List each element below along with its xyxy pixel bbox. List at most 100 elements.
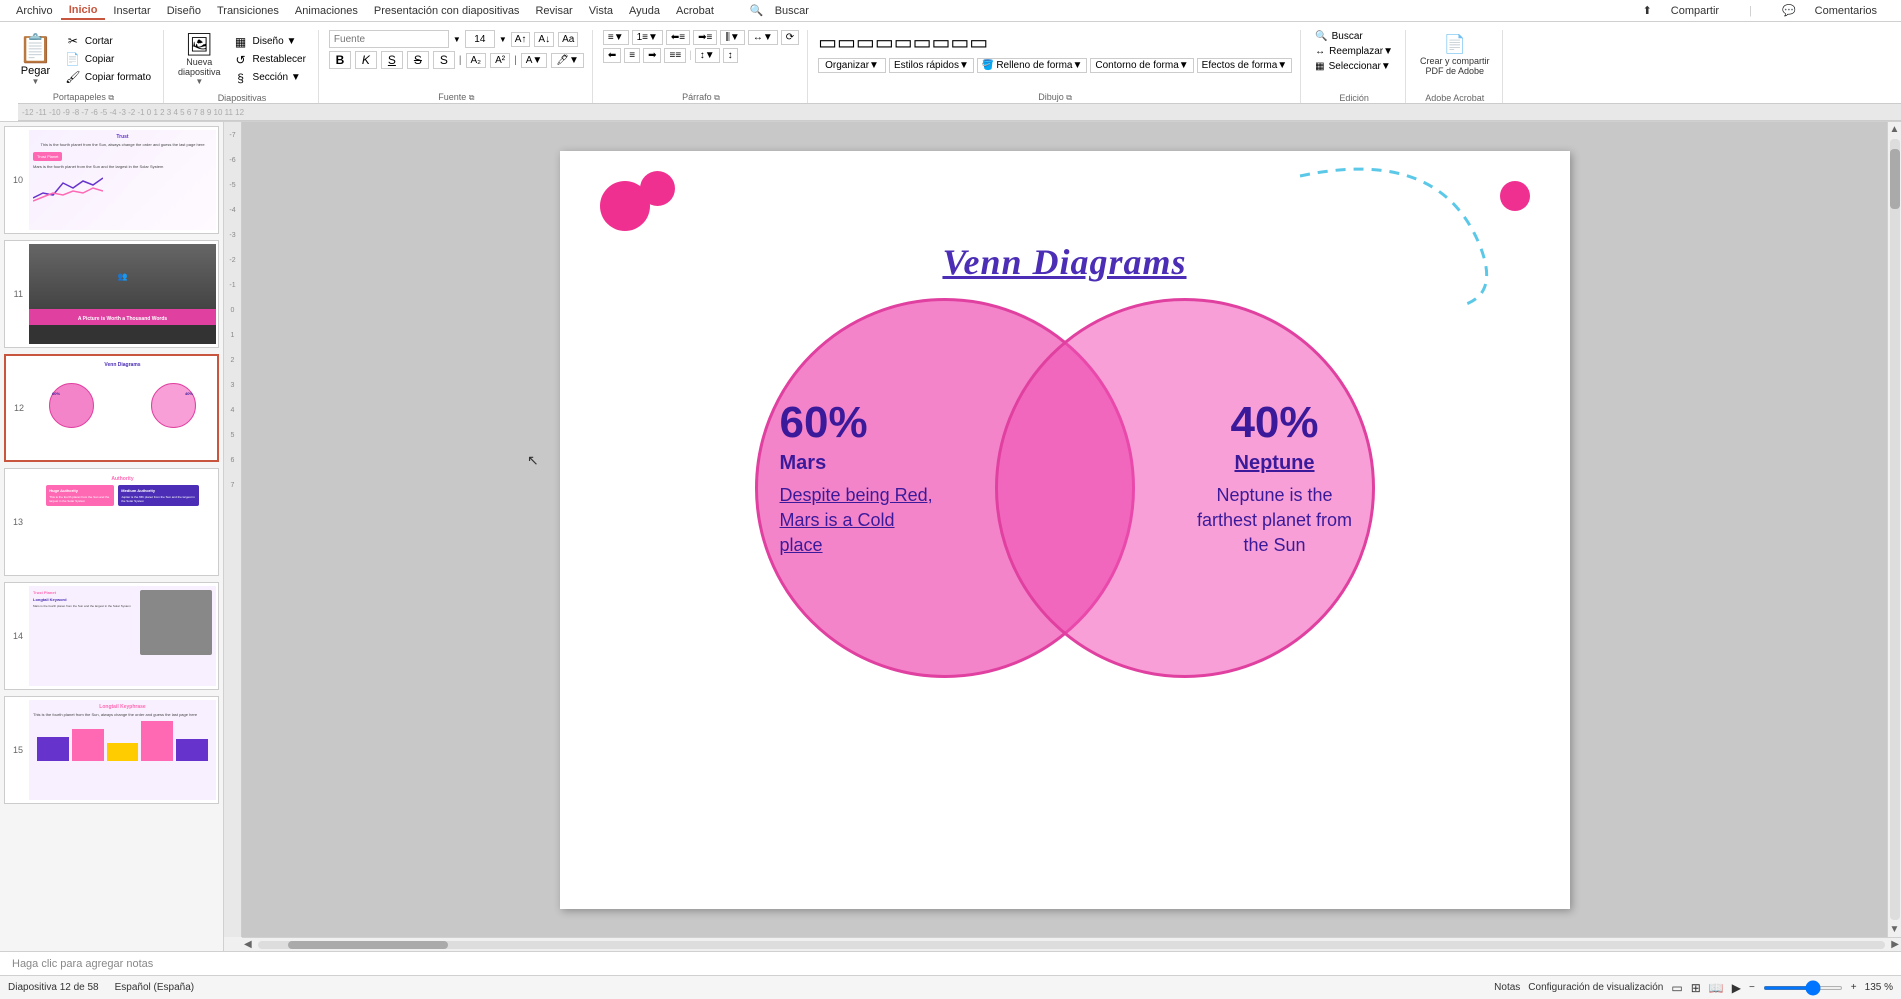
zoom-in-icon[interactable]: + [1851,982,1857,993]
replace-button[interactable]: ↔ Reemplazar▼ [1311,45,1397,58]
shapes-gallery[interactable]: ▭▭▭▭▭▭▭▭▭ [818,30,988,55]
zoom-out-icon[interactable]: − [1749,982,1755,993]
strikethrough-button[interactable]: S [407,51,429,69]
quick-styles-button[interactable]: Estilos rápidos▼ [889,58,974,73]
scroll-right-button[interactable]: ▶ [1889,939,1901,950]
reading-view-icon[interactable]: 📖 [1709,981,1724,995]
paste-icon: 📋 [18,32,53,65]
arrange-button[interactable]: Organizar▼ [818,58,886,73]
format-painter-button[interactable]: 🖌 Copiar formato [61,69,155,85]
clear-format-button[interactable]: Aa [558,32,578,47]
language: Español (España) [115,982,195,993]
justify-button[interactable]: ≡≡ [664,48,686,63]
new-slide-button[interactable]: 🖼 Nuevadiapositiva ▼ [174,31,225,88]
format-painter-icon: 🖌 [65,70,81,84]
bold-button[interactable]: B [329,51,351,69]
slide-thumb-12[interactable]: 12 Venn Diagrams 60% 40% [4,354,219,462]
group-edicion: 🔍 Buscar ↔ Reemplazar▼ ▦ Seleccionar▼ Ed… [1303,30,1406,103]
cut-button[interactable]: ✂ Cortar [61,33,155,49]
pdf-icon: 📄 [1443,32,1467,56]
font-name-dropdown[interactable]: ▼ [453,35,461,44]
increase-indent-button[interactable]: ➡≡ [693,30,717,45]
reset-button[interactable]: ↺ Restablecer [229,52,310,68]
slide-thumb-10[interactable]: 10 Trust This is the fourth planet from … [4,126,219,234]
italic-button[interactable]: K [355,51,377,69]
align-center-button[interactable]: ≡ [624,48,640,63]
notes-bar[interactable]: Haga clic para agregar notas [0,951,1901,975]
slide-thumb-14[interactable]: 14 Trust Planet Longtail Keyword Mars is… [4,582,219,690]
superscript-button[interactable]: A² [490,53,510,68]
normal-view-icon[interactable]: ▭ [1671,981,1682,995]
view-settings[interactable]: Configuración de visualización [1528,982,1663,993]
scroll-down-button[interactable]: ▼ [1888,922,1901,937]
menu-acrobat[interactable]: Acrobat [668,3,722,19]
editor-content: -7-6-5-4-3-2-101234567 [224,122,1901,937]
slide-sorter-icon[interactable]: ⊞ [1691,981,1701,995]
menu-archivo[interactable]: Archivo [8,3,61,19]
menu-vista[interactable]: Vista [581,3,621,19]
comments-button[interactable]: 💬 Comentarios [1766,0,1893,21]
decrease-font-button[interactable]: A↓ [534,32,554,47]
slide-thumb-13[interactable]: 13 Authority Huge Authority This is the … [4,468,219,576]
menu-insertar[interactable]: Insertar [105,3,158,19]
font-name-input[interactable] [329,30,449,48]
menu-buscar[interactable]: 🔍 Buscar [742,2,825,19]
menu-diseno[interactable]: Diseño [159,3,209,19]
venn-slide: Venn Diagrams 60% M [560,151,1570,909]
group-dibujo: ▭▭▭▭▭▭▭▭▭ Organizar▼ Estilos rápidos▼ 🪣R… [810,30,1301,103]
zoom-slider[interactable] [1763,986,1843,990]
find-button[interactable]: 🔍 Buscar [1311,30,1397,43]
menu-revisar[interactable]: Revisar [527,3,580,19]
share-button[interactable]: ⬆ Compartir [1627,0,1736,21]
menu-ayuda[interactable]: Ayuda [621,3,668,19]
menu-transiciones[interactable]: Transiciones [209,3,287,19]
menu-inicio[interactable]: Inicio [61,2,106,20]
underline-button[interactable]: S [381,51,403,69]
slide-thumb-11[interactable]: 11 👥 A Picture is Worth a Thousand Words [4,240,219,348]
font-color-button[interactable]: A▼ [521,53,548,68]
scroll-up-button[interactable]: ▲ [1888,122,1901,137]
increase-font-button[interactable]: A↑ [511,32,531,47]
slide-thumb-15[interactable]: 15 Longtail Keyphrase This is the fourth… [4,696,219,804]
convert-smartart-button[interactable]: ⟳ [781,30,799,45]
scrollbar-thumb[interactable] [1890,149,1900,209]
slideshow-icon[interactable]: ▶ [1732,981,1741,995]
shadow-button[interactable]: S [433,51,455,69]
replace-icon: ↔ [1315,46,1325,57]
bullets-button[interactable]: ≡▼ [603,30,629,45]
scroll-left-button[interactable]: ◀ [242,939,254,950]
notes-toggle[interactable]: Notas [1494,982,1520,993]
design-button[interactable]: ▦ Diseño ▼ [229,34,310,50]
create-pdf-button[interactable]: 📄 Crear y compartirPDF de Adobe [1416,30,1494,78]
align-text-button[interactable]: ↕▼ [695,48,720,63]
horizontal-scrollbar[interactable]: ◀ ▶ [242,937,1901,951]
paste-button[interactable]: 📋 Pegar ▼ [12,30,59,88]
decrease-indent-button[interactable]: ⬅≡ [666,30,690,45]
menu-presentacion[interactable]: Presentación con diapositivas [366,3,528,19]
line-spacing-button[interactable]: ↕ [723,48,738,63]
select-button[interactable]: ▦ Seleccionar▼ [1311,60,1397,73]
bottom-bar: Diapositiva 12 de 58 Español (España) No… [0,975,1901,999]
cursor: ↖ [527,452,543,468]
shape-fill-button[interactable]: 🪣Relleno de forma▼ [977,58,1088,73]
font-size-input[interactable] [465,30,495,48]
slide-canvas[interactable]: Venn Diagrams 60% M [560,151,1570,909]
menu-animaciones[interactable]: Animaciones [287,3,366,19]
highlight-button[interactable]: 🖊▼ [551,53,584,68]
numbering-button[interactable]: 1≡▼ [632,30,663,45]
subscript-button[interactable]: A₂ [466,53,487,68]
right-scrollbar[interactable]: ▲ ▼ [1887,122,1901,937]
scrollbar-track[interactable] [1890,139,1900,920]
font-size-dropdown[interactable]: ▼ [499,35,507,44]
column-button[interactable]: ⫼▼ [720,30,745,45]
shape-effects-button[interactable]: Efectos de forma▼ [1197,58,1293,73]
h-scrollbar-track[interactable] [258,941,1886,949]
section-button[interactable]: § Sección ▼ [229,70,310,86]
align-right-button[interactable]: ➡ [643,48,661,63]
h-scrollbar-thumb[interactable] [288,941,448,949]
right-percent: 40% [1190,398,1360,448]
copy-button[interactable]: 📄 Copiar [61,51,155,67]
align-left-button[interactable]: ⬅ [603,48,621,63]
shape-outline-button[interactable]: Contorno de forma▼ [1090,58,1193,73]
text-direction-button[interactable]: ↔▼ [748,30,778,45]
